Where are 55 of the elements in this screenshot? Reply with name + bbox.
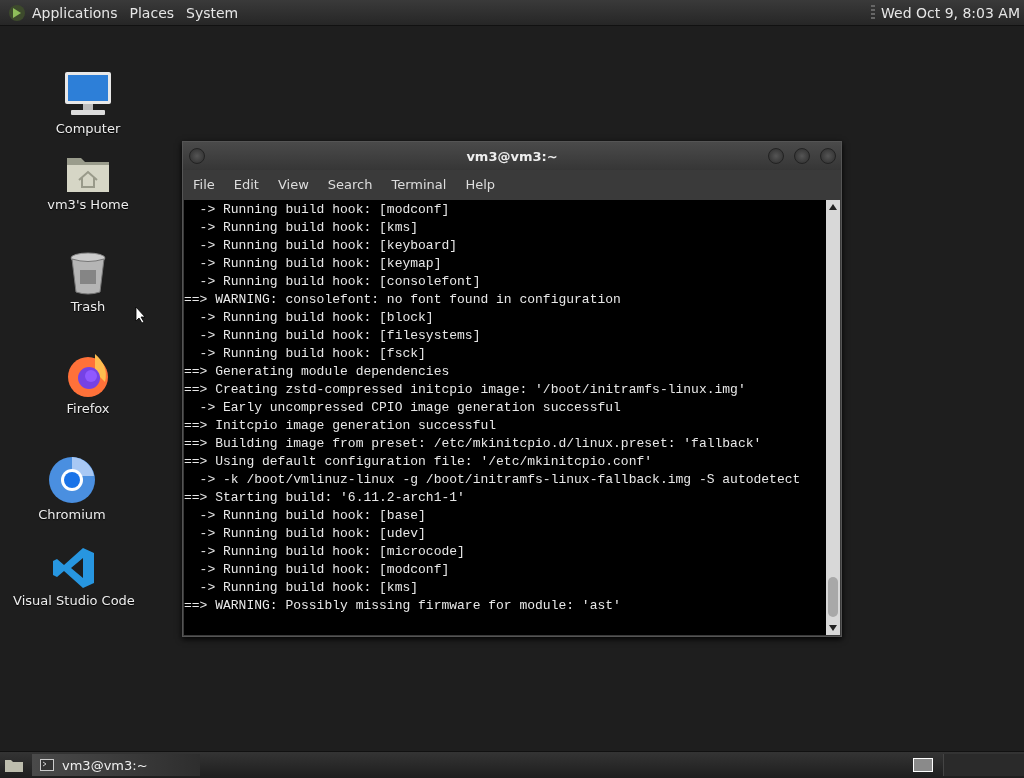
mouse-pointer-icon xyxy=(135,306,147,324)
folder-icon[interactable] xyxy=(4,757,24,773)
desktop-icon-label[interactable]: vm3's Home xyxy=(47,197,129,212)
scroll-down-icon[interactable] xyxy=(829,625,837,631)
terminal-line: -> Running build hook: [block] xyxy=(198,309,435,327)
desktop-icon-label[interactable]: Firefox xyxy=(66,401,110,416)
terminal-line: -> Running build hook: [kms] xyxy=(198,579,420,597)
terminal-line: -> Running build hook: [udev] xyxy=(198,525,427,543)
monitor-icon[interactable] xyxy=(63,70,113,118)
scrollbar-thumb[interactable] xyxy=(828,577,838,617)
terminal-line: -> Running build hook: [modconf] xyxy=(198,561,451,579)
terminal-line: ==> Starting build: '6.11.2-arch1-1' xyxy=(184,489,466,507)
desktop-icon-label[interactable]: Computer xyxy=(55,121,121,136)
terminal-icon xyxy=(40,759,54,771)
terminal-line: -> Running build hook: [keymap] xyxy=(198,255,443,273)
terminal-line: ==> WARNING: Possibly missing firmware for module: 'ast' xyxy=(184,597,622,615)
terminal-line: -> -k /boot/vmlinuz-linux -g /boot/initramfs-linux-fallback.img -S autodetect xyxy=(198,471,802,489)
trash-icon[interactable] xyxy=(68,252,108,296)
menu-item[interactable]: Terminal xyxy=(391,176,447,192)
window-title: vm3@vm3:~ xyxy=(465,148,559,164)
terminal-line: ==> Generating module dependencies xyxy=(184,363,451,381)
terminal-line: ==> Using default configuration file: '/etc/mkinitcpio.conf' xyxy=(184,453,654,471)
desktop-icon-label[interactable]: Trash xyxy=(70,299,106,314)
chromium-icon[interactable] xyxy=(48,456,96,504)
panel-menu[interactable]: Applications xyxy=(32,4,118,21)
clock[interactable]: Wed Oct 9, 8:03 AM xyxy=(881,4,1020,21)
workspace-switcher[interactable] xyxy=(913,758,933,772)
desktop-icon-label[interactable]: Visual Studio Code xyxy=(13,593,135,608)
menu-item[interactable]: Search xyxy=(327,176,373,192)
menu-item[interactable]: View xyxy=(277,176,309,192)
terminal-line: -> Running build hook: [microcode] xyxy=(198,543,466,561)
terminal-line: -> Running build hook: [fsck] xyxy=(198,345,427,363)
scroll-up-icon[interactable] xyxy=(829,204,837,210)
terminal-line: -> Running build hook: [base] xyxy=(198,507,427,525)
panel-menu[interactable]: System xyxy=(186,4,239,21)
terminal-line: -> Running build hook: [modconf] xyxy=(198,201,451,219)
menu-item[interactable]: File xyxy=(193,176,215,192)
terminal-line: -> Running build hook: [filesystems] xyxy=(198,327,482,345)
vscode-icon[interactable] xyxy=(52,546,96,590)
terminal-line: -> Running build hook: [consolefont] xyxy=(198,273,482,291)
terminal-line: ==> Building image from preset: /etc/mkinitcpio.d/linux.preset: 'fallback' xyxy=(184,435,763,453)
menu-item[interactable]: Edit xyxy=(233,176,259,192)
panel-handle-icon xyxy=(871,4,875,21)
taskbar-button[interactable]: vm3@vm3:~ xyxy=(32,754,200,776)
panel-menu[interactable]: Places xyxy=(129,4,175,21)
terminal-line: -> Running build hook: [kms] xyxy=(198,219,420,237)
desktop-icon-label[interactable]: Chromium xyxy=(38,507,106,522)
terminal-line: ==> Creating zstd-compressed initcpio image: '/boot/initramfs-linux.img' xyxy=(184,381,747,399)
menu-item[interactable]: Help xyxy=(465,176,496,192)
terminal-line: ==> Initcpio image generation successful xyxy=(184,417,498,435)
terminal-line: -> Running build hook: [keyboard] xyxy=(198,237,459,255)
firefox-icon[interactable] xyxy=(65,352,111,398)
scrollbar[interactable] xyxy=(826,200,840,635)
terminal-line: -> Early uncompressed CPIO image generation successful xyxy=(198,399,622,417)
terminal-line: ==> WARNING: consolefont: no font found in configuration xyxy=(184,291,622,309)
